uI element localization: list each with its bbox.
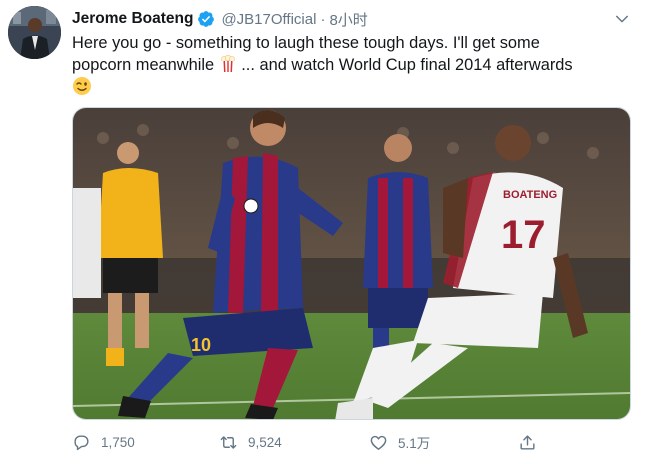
reply-button[interactable]: 1,750 <box>72 428 135 456</box>
wink-emoji-icon <box>73 77 91 95</box>
tweet-actions: 1,750 9,524 5.1万 <box>72 428 592 456</box>
tweet-media[interactable]: 9 10 <box>72 107 631 420</box>
tweet[interactable]: Jerome Boateng @JB17Official · 8小时 Here … <box>0 0 645 464</box>
retweet-icon <box>220 435 237 449</box>
share-button[interactable] <box>518 428 547 456</box>
share-icon <box>520 434 535 450</box>
profile-photo-icon <box>8 6 61 59</box>
like-button[interactable]: 5.1万 <box>369 428 430 456</box>
tweet-text: Here you go - something to laugh these t… <box>72 32 632 99</box>
tweet-header: Jerome Boateng @JB17Official · 8小时 <box>72 8 631 30</box>
like-count: 5.1万 <box>398 436 431 451</box>
jersey-name-boateng: BOATENG <box>503 189 557 201</box>
tweet-text-fragment: ... and watch World Cup final 2014 after… <box>236 56 573 74</box>
tweet-text-line-2: popcorn meanwhile ... and watch World Cu… <box>72 54 632 76</box>
tweet-timestamp[interactable]: 8小时 <box>329 9 367 30</box>
reply-count: 1,750 <box>101 434 135 450</box>
display-name[interactable]: Jerome Boateng <box>72 10 193 28</box>
retweet-button[interactable]: 9,524 <box>219 428 282 456</box>
jersey-number-10: 10 <box>191 335 211 355</box>
reply-icon <box>74 434 89 450</box>
football-match-photo-icon: 9 10 <box>73 108 630 419</box>
retweet-count: 9,524 <box>248 434 282 450</box>
popcorn-emoji-icon <box>220 55 235 72</box>
tweet-text-line-1: Here you go - something to laugh these t… <box>72 34 540 52</box>
tweet-text-line-3 <box>72 76 632 99</box>
meta-separator: · <box>320 10 326 28</box>
author-handle[interactable]: @JB17Official <box>221 11 316 28</box>
jersey-number-17: 17 <box>501 213 546 257</box>
avatar[interactable] <box>8 6 61 59</box>
verified-badge-icon <box>198 11 215 27</box>
chevron-down-icon[interactable] <box>613 10 631 28</box>
tweet-text-fragment: popcorn meanwhile <box>72 56 219 74</box>
heart-icon <box>370 435 387 450</box>
